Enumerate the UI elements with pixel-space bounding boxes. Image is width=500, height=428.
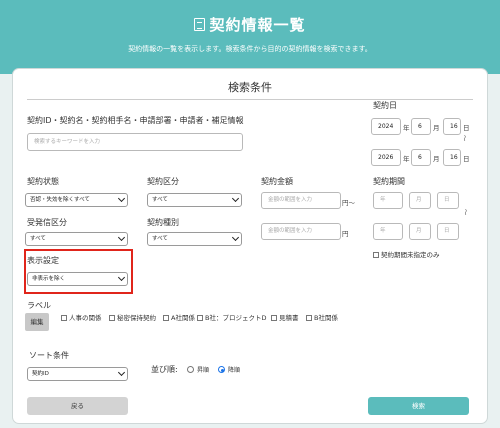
- label-item: 秘密保持契約: [117, 314, 156, 322]
- contract-type-label: 契約種別: [147, 218, 179, 227]
- page-title-text: 契約情報一覧: [209, 16, 306, 34]
- period-unspecified-checkbox[interactable]: 契約期間未指定のみ: [373, 249, 440, 259]
- display-setting-select[interactable]: 非表示を除く: [27, 272, 128, 286]
- period-to-day[interactable]: 日: [437, 223, 459, 240]
- keyword-label: 契約ID・契約名・契約相手名・申請部署・申請者・補足情報: [27, 116, 244, 125]
- contract-date-from-day[interactable]: 16: [443, 118, 461, 135]
- contract-status-select[interactable]: 否認・失効を除くすべて: [25, 193, 128, 207]
- back-button[interactable]: 戻る: [27, 397, 128, 415]
- year-unit: 年: [403, 124, 410, 132]
- chevron-down-icon: [231, 194, 240, 202]
- sort-order-label: 並び順:: [151, 365, 178, 374]
- amount-to-input[interactable]: 金額の範囲を入力: [261, 223, 341, 240]
- contract-type-value: すべて: [152, 236, 168, 242]
- day-unit: 日: [463, 124, 470, 132]
- page-title: 契約情報一覧: [0, 14, 500, 35]
- checkbox-icon: [271, 315, 277, 321]
- label-checkbox-estimate[interactable]: 見積書: [271, 312, 299, 322]
- radio-on-icon: [218, 366, 225, 373]
- amount-to-unit: 円: [342, 230, 349, 238]
- sort-value: 契約ID: [32, 371, 49, 377]
- day-unit: 日: [463, 155, 470, 163]
- sort-asc-radio[interactable]: 昇順: [187, 365, 209, 374]
- month-unit: 月: [433, 155, 440, 163]
- contract-date-to-day[interactable]: 16: [443, 149, 461, 166]
- page-subtitle: 契約情報の一覧を表示します。検索条件から目的の契約情報を検索できます。: [128, 45, 372, 53]
- contract-category-select[interactable]: すべて: [147, 193, 242, 207]
- contract-amount-label: 契約金額: [261, 177, 293, 186]
- period-range-mark: 〜: [461, 208, 470, 216]
- label-item: B社関係: [314, 314, 338, 322]
- labels-label: ラベル: [27, 301, 51, 310]
- search-button[interactable]: 検索: [368, 397, 469, 415]
- label-item: A社関係: [171, 314, 195, 322]
- radio-off-icon: [187, 366, 194, 373]
- label-item: 人事の関係: [69, 314, 102, 322]
- checkbox-icon: [61, 315, 67, 321]
- contract-status-value: 否認・失効を除くすべて: [30, 197, 90, 203]
- contract-date-from-year[interactable]: 2024: [371, 118, 401, 135]
- label-checkbox-nda[interactable]: 秘密保持契約: [109, 312, 156, 322]
- period-to-month[interactable]: 月: [409, 223, 431, 240]
- contract-date-label: 契約日: [373, 101, 397, 110]
- keyword-input[interactable]: 検索するキーワードを入力: [27, 133, 243, 151]
- period-unspecified-label: 契約期間未指定のみ: [381, 251, 440, 259]
- send-receive-select[interactable]: すべて: [25, 232, 128, 246]
- amount-from-unit: 円〜: [342, 199, 355, 207]
- contract-date-to-year[interactable]: 2026: [371, 149, 401, 166]
- label-checkbox-b-project-d[interactable]: B社：プロジェクトD: [197, 312, 266, 322]
- chevron-down-icon: [117, 368, 126, 376]
- sort-asc-label: 昇順: [197, 367, 210, 374]
- document-icon: [194, 18, 206, 31]
- contract-period-label: 契約期間: [373, 177, 405, 186]
- period-to-year[interactable]: 年: [373, 223, 403, 240]
- label-item: B社：プロジェクトD: [205, 314, 267, 322]
- contract-type-select[interactable]: すべて: [147, 232, 242, 246]
- label-checkbox-hr[interactable]: 人事の関係: [61, 312, 102, 322]
- contract-status-label: 契約状態: [27, 177, 59, 186]
- checkbox-icon: [306, 315, 312, 321]
- display-setting-value: 非表示を除く: [32, 276, 66, 282]
- checkbox-icon: [197, 315, 203, 321]
- chevron-down-icon: [117, 273, 126, 281]
- contract-category-label: 契約区分: [147, 177, 179, 186]
- period-from-month[interactable]: 月: [409, 192, 431, 209]
- display-setting-label: 表示設定: [27, 256, 59, 265]
- sort-label: ソート条件: [29, 351, 69, 360]
- sort-select[interactable]: 契約ID: [27, 367, 128, 381]
- checkbox-icon: [109, 315, 115, 321]
- year-unit: 年: [403, 155, 410, 163]
- sort-desc-label: 降順: [228, 367, 241, 374]
- period-from-day[interactable]: 日: [437, 192, 459, 209]
- panel-divider: [27, 99, 473, 100]
- send-receive-label: 受発信区分: [27, 218, 67, 227]
- checkbox-icon: [373, 252, 379, 258]
- contract-date-from-month[interactable]: 6: [411, 118, 431, 135]
- chevron-down-icon: [117, 233, 126, 241]
- month-unit: 月: [433, 124, 440, 132]
- label-item: 見積書: [279, 314, 299, 322]
- edit-labels-button[interactable]: 編集: [25, 313, 49, 331]
- label-checkbox-a-company[interactable]: A社関係: [163, 312, 195, 322]
- amount-from-input[interactable]: 金額の範囲を入力: [261, 192, 341, 209]
- send-receive-value: すべて: [30, 236, 46, 242]
- page-header: 契約情報一覧 契約情報の一覧を表示します。検索条件から目的の契約情報を検索できま…: [0, 0, 500, 74]
- checkbox-icon: [163, 315, 169, 321]
- period-from-year[interactable]: 年: [373, 192, 403, 209]
- contract-date-to-month[interactable]: 6: [411, 149, 431, 166]
- chevron-down-icon: [117, 194, 126, 202]
- label-checkbox-b-company[interactable]: B社関係: [306, 312, 338, 322]
- panel-title: 検索条件: [228, 81, 272, 94]
- sort-desc-radio[interactable]: 降順: [218, 365, 240, 374]
- chevron-down-icon: [231, 233, 240, 241]
- search-conditions-panel: 検索条件 契約ID・契約名・契約相手名・申請部署・申請者・補足情報 検索するキー…: [12, 68, 488, 424]
- contract-category-value: すべて: [152, 197, 168, 203]
- date-range-mark: 〜: [460, 134, 469, 142]
